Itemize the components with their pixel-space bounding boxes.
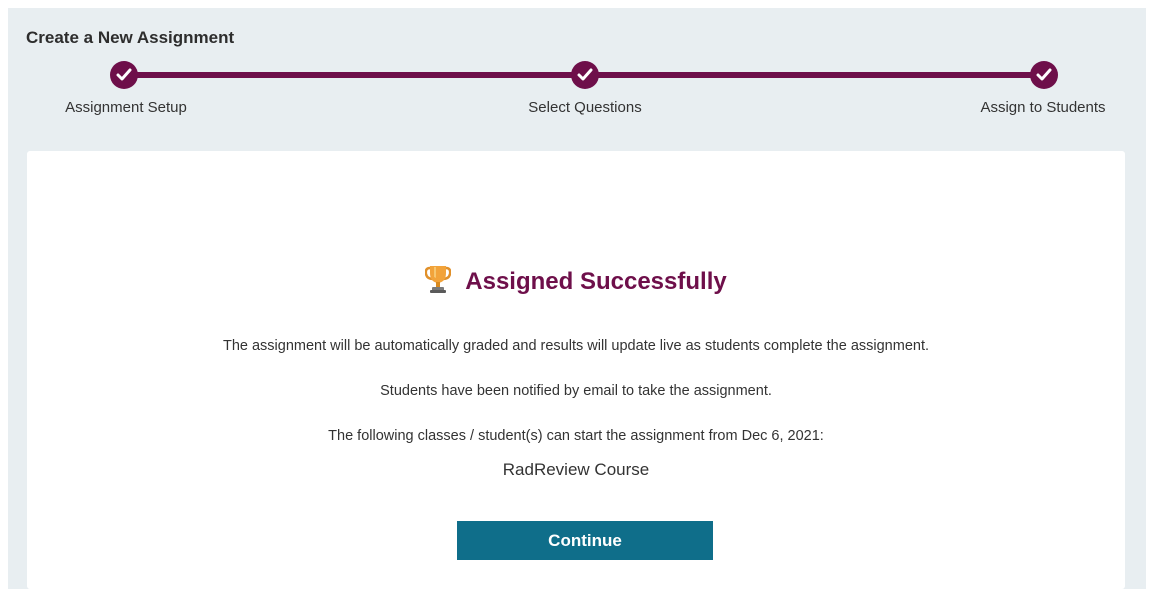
- start-date-message: The following classes / student(s) can s…: [328, 428, 824, 444]
- step-label-assignment-setup: Assignment Setup: [65, 99, 187, 116]
- success-card: Assigned Successfully The assignment wil…: [27, 151, 1125, 589]
- notified-message: Students have been notified by email to …: [380, 383, 772, 399]
- trophy-icon: [424, 264, 452, 299]
- step-label-select-questions: Select Questions: [528, 99, 642, 116]
- step-1-check-icon: [110, 61, 138, 89]
- assigned-class-name: RadReview Course: [502, 460, 650, 479]
- assignment-panel: Create a New Assignment Assignment Setup…: [8, 8, 1146, 589]
- step-label-assign-to-students: Assign to Students: [980, 99, 1106, 116]
- success-heading: Assigned Successfully: [27, 264, 1125, 296]
- graded-message: The assignment will be automatically gra…: [222, 338, 930, 354]
- progress-stepper: Assignment Setup Select Questions Assign…: [8, 8, 1146, 148]
- success-title: Assigned Successfully: [465, 267, 727, 295]
- step-3-check-icon: [1030, 61, 1058, 89]
- continue-button[interactable]: Continue: [457, 521, 713, 560]
- step-2-check-icon: [571, 61, 599, 89]
